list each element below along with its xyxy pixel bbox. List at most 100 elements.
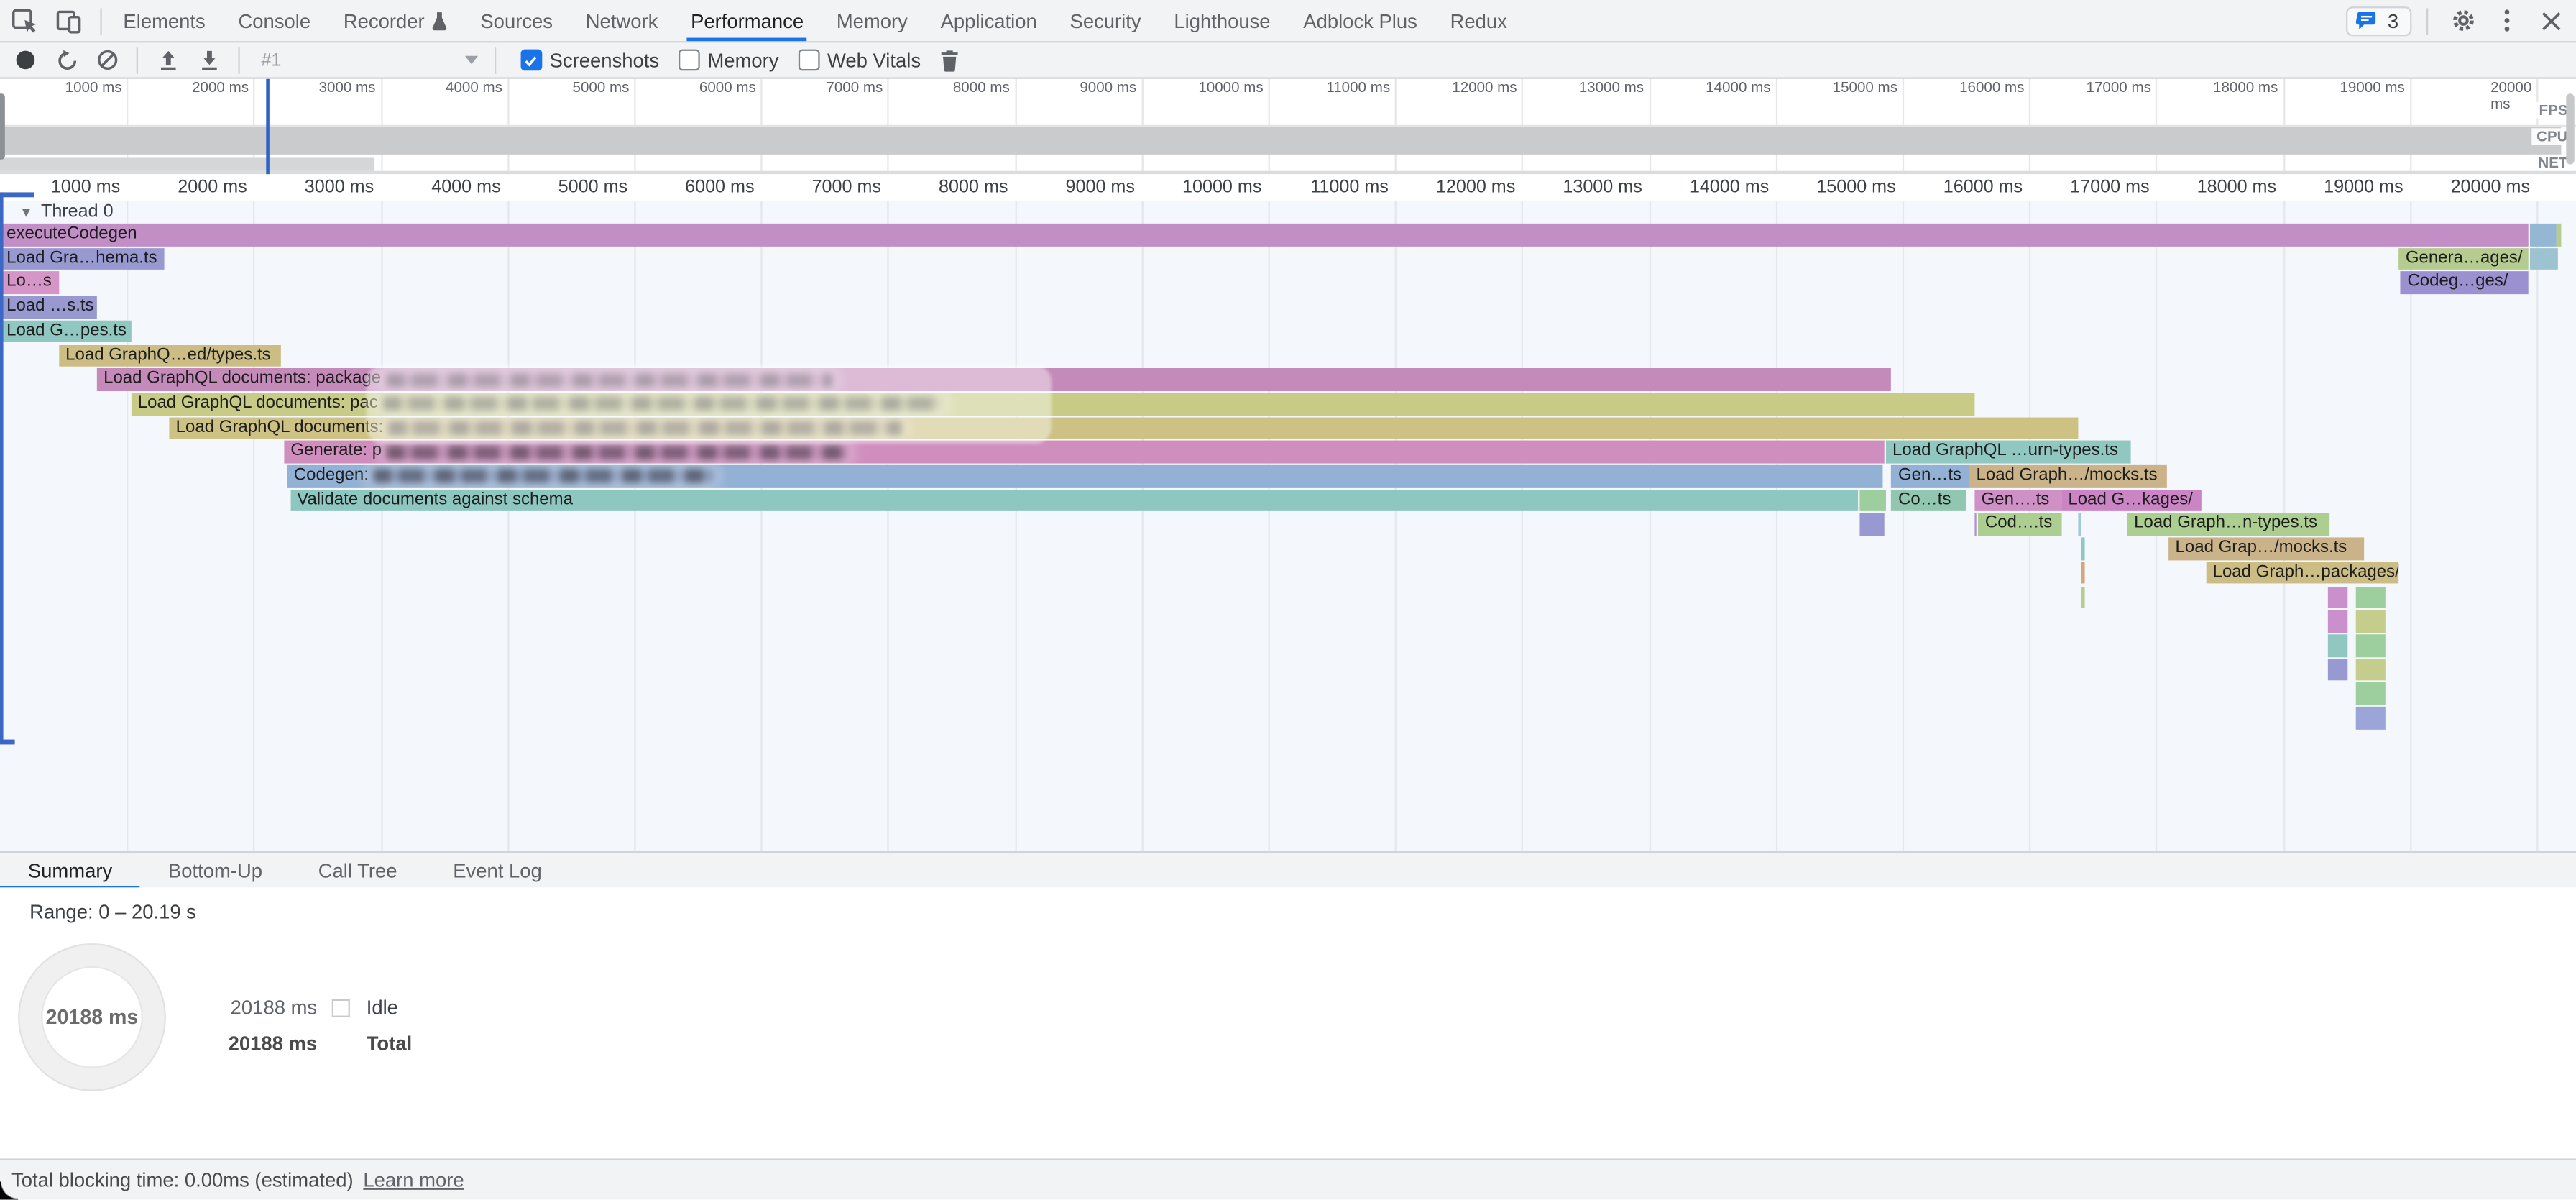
flame-frame-load-g-pes-ts[interactable]: Load G…pes.ts [0, 320, 132, 342]
profile-select[interactable]: #1 [261, 47, 478, 73]
flame-frame-cod-ts[interactable]: Cod….ts [1979, 513, 2062, 536]
flame-frame[interactable] [2530, 247, 2557, 270]
trash-icon[interactable] [937, 47, 962, 72]
gridline [2410, 201, 2411, 851]
tab-memory[interactable]: Memory [820, 0, 924, 41]
tab-adblock-plus[interactable]: Adblock Plus [1287, 0, 1433, 41]
overview-tick-label: 6000 ms [699, 79, 761, 96]
issues-messages-button[interactable]: 3 [2347, 6, 2412, 35]
device-toolbar-icon[interactable] [56, 7, 83, 34]
flame-frame[interactable] [2328, 610, 2347, 632]
flame-frame[interactable] [2082, 562, 2084, 584]
flame-frame[interactable] [1860, 513, 1885, 536]
flame-frame-genera-ages[interactable]: Genera…ages/ [2399, 247, 2528, 270]
close-icon[interactable] [2536, 6, 2566, 35]
tab-performance[interactable]: Performance [674, 0, 820, 41]
flame-frame-load-graphq-ed-types-ts[interactable]: Load GraphQ…ed/types.ts [59, 344, 281, 367]
export-profile-icon[interactable] [197, 47, 221, 72]
flame-frame-codegen[interactable]: Codegen: [288, 465, 1883, 487]
flame-frame-gen-ts[interactable]: Gen…ts [1892, 465, 1969, 487]
clear-icon[interactable] [96, 47, 120, 72]
range-label: Range: 0 – 20.19 s [29, 901, 196, 924]
import-profile-icon[interactable] [156, 47, 180, 72]
flame-frame-load-graph-mocks-ts[interactable]: Load Graph…/mocks.ts [1969, 465, 2166, 487]
learn-more-link[interactable]: Learn more [363, 1168, 464, 1191]
frame-label: executeCodegen [0, 224, 137, 246]
gridline [126, 201, 128, 851]
overview-cursor[interactable] [267, 77, 270, 174]
frame-label: Load Gra…hema.ts [0, 247, 157, 270]
flame-frame[interactable] [2079, 513, 2082, 536]
details-tab-bottom-up[interactable]: Bottom-Up [140, 853, 290, 889]
record-icon[interactable] [13, 47, 37, 72]
flame-frame[interactable] [2082, 586, 2084, 608]
flame-frame-load-s-ts[interactable]: Load …s.ts [0, 296, 98, 319]
tab-label: Elements [123, 9, 205, 32]
tab-redux[interactable]: Redux [1434, 0, 1524, 41]
flame-frame-load-graphql-urn-types-ts[interactable]: Load GraphQL …urn-types.ts [1886, 441, 2131, 463]
gridline [761, 201, 763, 851]
reload-icon[interactable] [54, 47, 78, 72]
details-tab-call-tree[interactable]: Call Tree [290, 853, 425, 889]
tab-elements[interactable]: Elements [107, 0, 222, 41]
flame-frame-validate-documents-against-schema[interactable]: Validate documents against schema [290, 489, 1858, 511]
flame-frame[interactable] [2356, 586, 2386, 608]
kebab-menu-icon[interactable] [2492, 6, 2521, 35]
flame-frame-lo-s[interactable]: Lo…s [0, 272, 58, 294]
frame-label: Load …s.ts [0, 296, 94, 319]
flame-frame[interactable] [2328, 659, 2347, 681]
flame-frame[interactable] [2557, 224, 2560, 246]
flame-frame[interactable] [2356, 682, 2386, 705]
flame-frame-gen-ts[interactable]: Gen….ts [1974, 489, 2061, 511]
flame-frame-co-ts[interactable]: Co…ts [1892, 489, 1966, 511]
checkbox-screenshots[interactable]: Screenshots [521, 48, 659, 71]
ruler-tick-label: 10000 ms [1182, 178, 1269, 197]
frame-label: Load GraphQL documents: pac [132, 393, 378, 415]
flame-frame[interactable] [2328, 586, 2347, 608]
tab-console[interactable]: Console [222, 0, 327, 41]
tab-label: Security [1070, 9, 1141, 32]
frame-label: Lo…s [0, 272, 52, 294]
tab-application[interactable]: Application [924, 0, 1054, 41]
flamechart[interactable]: ▼ Thread 0 executeCodegenLoad Gra…hema.t… [0, 201, 2576, 851]
checkbox-unchecked-icon[interactable] [799, 50, 819, 70]
thread-header[interactable]: ▼ Thread 0 [19, 202, 113, 221]
flame-frame[interactable] [2082, 538, 2084, 560]
details-tab-event-log[interactable]: Event Log [425, 853, 569, 889]
flame-frame[interactable] [2356, 610, 2386, 632]
checkbox-memory[interactable]: Memory [678, 48, 778, 71]
flame-frame[interactable] [2328, 634, 2347, 656]
flame-frame-load-g-kages[interactable]: Load G…kages/ [2061, 489, 2202, 511]
flame-frame[interactable] [2356, 707, 2386, 729]
flame-frame[interactable] [1974, 513, 1977, 536]
checkbox-web-vitals[interactable]: Web Vitals [799, 48, 921, 71]
checkbox-checked-icon[interactable] [521, 50, 542, 70]
flame-frame-load-gra-hema-ts[interactable]: Load Gra…hema.ts [0, 247, 164, 270]
details-tab-summary[interactable]: Summary [0, 853, 140, 889]
donut-total-label: 20188 ms [46, 1006, 139, 1029]
flame-frame[interactable] [1860, 489, 1886, 511]
tab-recorder[interactable]: Recorder [327, 0, 464, 41]
divider [238, 47, 239, 73]
overview-tick-label: 4000 ms [446, 79, 507, 96]
flame-frame-generate-p[interactable]: Generate: p [284, 441, 1884, 463]
settings-gear-icon[interactable] [2448, 6, 2478, 35]
flame-frame-load-graph-n-types-ts[interactable]: Load Graph…n-types.ts [2128, 513, 2329, 536]
flame-frame-load-grap-mocks-ts[interactable]: Load Grap…/mocks.ts [2168, 538, 2364, 560]
overview-scrollbar-thumb[interactable] [2566, 93, 2574, 164]
flame-frame-executecodegen[interactable]: executeCodegen [0, 224, 2528, 246]
flame-frame[interactable] [2356, 634, 2386, 656]
timeline-overview[interactable]: 1000 ms2000 ms3000 ms4000 ms5000 ms6000 … [0, 77, 2576, 174]
checkbox-unchecked-icon[interactable] [678, 50, 699, 70]
flame-frame-codeg-ges[interactable]: Codeg…ges/ [2401, 272, 2527, 294]
chevron-down-icon [465, 56, 478, 64]
tab-network[interactable]: Network [569, 0, 674, 41]
tab-security[interactable]: Security [1054, 0, 1158, 41]
flame-frame-load-graph-packages[interactable]: Load Graph…packages/ [2206, 562, 2398, 584]
tab-sources[interactable]: Sources [464, 0, 569, 41]
tab-lighthouse[interactable]: Lighthouse [1157, 0, 1287, 41]
flame-frame[interactable] [2356, 659, 2386, 681]
overview-left-handle[interactable] [0, 93, 5, 159]
flame-frame[interactable] [2530, 224, 2556, 246]
inspect-icon[interactable] [12, 7, 38, 34]
